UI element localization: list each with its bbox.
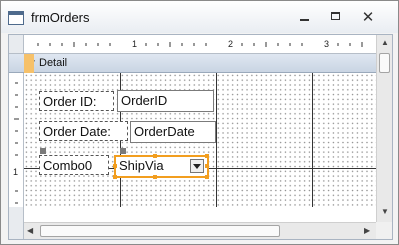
scroll-thumb[interactable] bbox=[379, 53, 390, 73]
minimize-icon bbox=[300, 19, 309, 21]
combo0-label[interactable]: Combo0 bbox=[39, 155, 109, 175]
resize-handle[interactable] bbox=[113, 164, 117, 168]
vertical-scrollbar[interactable]: ▲ ▼ bbox=[376, 35, 392, 222]
close-button[interactable]: ✕ bbox=[355, 9, 381, 26]
window-title: frmOrders bbox=[31, 10, 90, 25]
scroll-thumb[interactable] bbox=[40, 225, 280, 237]
maximize-icon bbox=[331, 12, 340, 20]
section-selector[interactable] bbox=[24, 54, 34, 73]
vertical-ruler[interactable]: 1 bbox=[9, 73, 24, 207]
order-id-textbox[interactable]: OrderID bbox=[117, 90, 214, 112]
minimize-button[interactable] bbox=[292, 9, 318, 26]
form-icon bbox=[8, 11, 24, 25]
detail-grid[interactable]: Order ID: OrderID Order Date: OrderDate … bbox=[24, 73, 376, 207]
form-design-window: frmOrders ✕ 1 2 3 Detail 1 Order ID: Ord… bbox=[0, 0, 399, 245]
chevron-down-icon[interactable] bbox=[190, 159, 204, 173]
maximize-button[interactable] bbox=[323, 9, 349, 26]
ruler-number: 2 bbox=[228, 39, 234, 49]
resize-handle[interactable] bbox=[205, 175, 209, 179]
horizontal-scrollbar[interactable]: ◀ ▶ bbox=[24, 222, 376, 239]
combo-value: ShipVia bbox=[119, 158, 164, 173]
resize-handle[interactable] bbox=[153, 154, 157, 158]
horizontal-ruler[interactable]: 1 2 3 bbox=[24, 35, 376, 54]
grid-line bbox=[216, 73, 217, 207]
scroll-down-icon[interactable]: ▼ bbox=[381, 207, 389, 216]
grid-line bbox=[312, 73, 313, 207]
design-surface: 1 2 3 ▼ Detail 1 bbox=[8, 34, 393, 240]
form-selector[interactable] bbox=[9, 35, 24, 54]
vertical-ruler-ticks bbox=[14, 82, 19, 204]
resize-handle[interactable] bbox=[205, 154, 209, 158]
close-icon: ✕ bbox=[361, 9, 375, 26]
move-handle[interactable] bbox=[40, 148, 46, 154]
ruler-number: 1 bbox=[132, 39, 138, 49]
order-date-label[interactable]: Order Date: bbox=[39, 121, 128, 141]
detail-section-bar[interactable]: ▼ Detail bbox=[9, 54, 376, 73]
ruler-number: 3 bbox=[324, 39, 330, 49]
vertical-ruler-footer bbox=[9, 207, 24, 239]
resize-handle[interactable] bbox=[153, 175, 157, 179]
scroll-left-icon[interactable]: ◀ bbox=[27, 226, 33, 235]
scrollbar-corner bbox=[376, 222, 392, 239]
scroll-up-icon[interactable]: ▲ bbox=[381, 38, 389, 47]
shipvia-combo-box[interactable]: ShipVia bbox=[114, 155, 209, 178]
title-bar[interactable]: frmOrders ✕ bbox=[1, 1, 398, 33]
section-label: Detail bbox=[39, 57, 68, 69]
order-id-label[interactable]: Order ID: bbox=[39, 91, 114, 111]
move-handle[interactable] bbox=[120, 148, 126, 154]
ruler-number: 1 bbox=[13, 167, 19, 177]
scroll-right-icon[interactable]: ▶ bbox=[364, 226, 370, 235]
resize-handle[interactable] bbox=[205, 164, 209, 168]
order-date-textbox[interactable]: OrderDate bbox=[130, 121, 216, 143]
resize-handle[interactable] bbox=[113, 175, 117, 179]
